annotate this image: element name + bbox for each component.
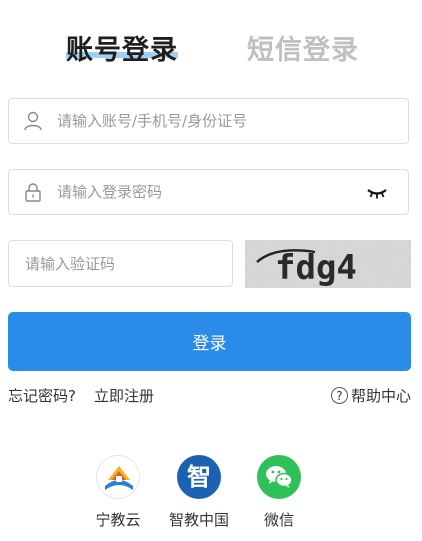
zhijiao-label: 智教中国 xyxy=(168,511,229,529)
ningjiaoyun-label: 宁教云 xyxy=(95,511,141,529)
eye-closed-icon[interactable] xyxy=(366,186,388,200)
tab-sms-login[interactable]: 短信登录 xyxy=(247,28,359,67)
account-input[interactable] xyxy=(57,99,357,143)
user-icon xyxy=(23,111,43,131)
tab-account-login[interactable]: 账号登录 xyxy=(66,28,178,67)
account-field xyxy=(8,98,409,144)
forgot-password-link[interactable]: 忘记密码? xyxy=(8,385,76,406)
zhijiao-logo-char: 智 xyxy=(187,463,211,491)
wechat-logo-icon xyxy=(257,455,301,499)
zhijiao-logo-icon: 智 xyxy=(177,455,221,499)
login-tabs: 账号登录 短信登录 xyxy=(0,28,422,72)
register-link[interactable]: 立即注册 xyxy=(94,385,154,406)
captcha-text: fdg4 xyxy=(275,248,357,288)
login-wechat[interactable]: 微信 xyxy=(239,455,319,530)
ningjiaoyun-logo-icon xyxy=(96,455,140,499)
question-icon: ? xyxy=(330,387,348,404)
login-button[interactable]: 登录 xyxy=(8,312,411,371)
help-center-label: 帮助中心 xyxy=(350,387,411,405)
tab-account-login-label: 账号登录 xyxy=(66,35,178,66)
password-input[interactable] xyxy=(57,170,357,214)
lock-icon xyxy=(23,182,43,202)
tab-sms-login-label: 短信登录 xyxy=(247,35,359,66)
login-ningjiaoyun[interactable]: 宁教云 xyxy=(78,455,158,530)
help-center-link[interactable]: ? 帮助中心 xyxy=(330,385,411,406)
captcha-image[interactable]: fdg4 xyxy=(245,240,411,288)
captcha-input[interactable] xyxy=(25,241,215,286)
captcha-field xyxy=(8,240,233,287)
login-zhijiao[interactable]: 智 智教中国 xyxy=(159,455,239,530)
wechat-label: 微信 xyxy=(263,511,294,529)
password-field xyxy=(8,169,409,215)
